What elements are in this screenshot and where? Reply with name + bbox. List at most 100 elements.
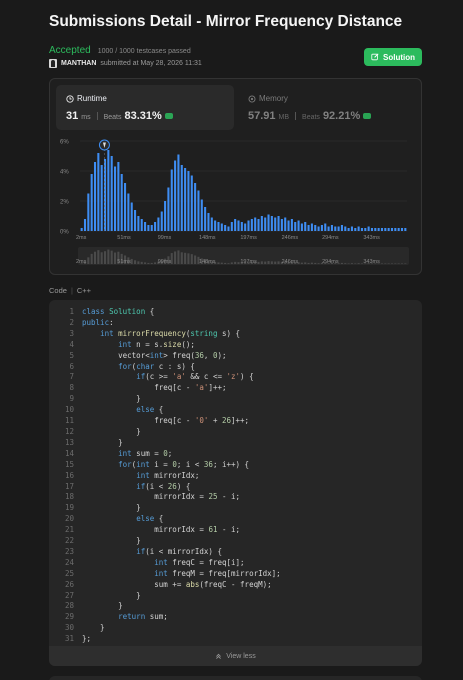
code-token: (i < xyxy=(145,481,168,491)
memory-label: Memory xyxy=(248,94,288,103)
navigator-bar xyxy=(194,255,197,264)
memory-unit: MB xyxy=(278,114,290,121)
navigator-bar xyxy=(357,263,360,264)
code-line: 8 freq[c - 'a']++; xyxy=(57,383,281,394)
navigator-bar xyxy=(304,262,307,264)
author-name[interactable]: MANTHAN xyxy=(61,60,96,67)
x-tick-label: 2ms xyxy=(76,235,87,241)
code-token: freq[c - xyxy=(82,383,195,393)
navigator-bar xyxy=(154,262,157,264)
navigator-bar xyxy=(174,251,177,264)
status-row: Accepted 1000 / 1000 testcases passed xyxy=(49,45,191,56)
x-tick-label: 99ms xyxy=(158,235,172,241)
code-line: 4 int n = s.size(); xyxy=(57,340,281,351)
code-token: n = s. xyxy=(131,339,164,349)
solution-button[interactable]: Solution xyxy=(364,48,422,66)
navigator-bar xyxy=(270,261,273,264)
navigator-bar xyxy=(87,257,90,264)
runtime-unit: ms xyxy=(81,114,91,121)
chart-bar xyxy=(114,166,117,231)
runtime-panel[interactable]: Runtime 31 ms Beats 83.31% xyxy=(56,85,234,130)
navigator-bar xyxy=(314,262,317,264)
memory-beats-value: 92.21% xyxy=(322,110,361,122)
navigator-bar xyxy=(274,261,277,264)
chart-bar xyxy=(134,210,137,231)
runtime-distribution-chart[interactable]: 6% 4% 2% 0% 2ms 51ms 99ms 148ms 197ms 246ms 294ms 3… xyxy=(50,135,421,275)
line-number: 8 xyxy=(69,383,74,393)
chart-bar xyxy=(357,226,360,231)
y-tick-label: 6% xyxy=(60,140,69,146)
chart-bar xyxy=(367,226,370,231)
edit-icon xyxy=(371,53,379,61)
code-token: sum += xyxy=(82,579,186,589)
x-tick-label: 343ms xyxy=(363,235,380,241)
chart-bar xyxy=(227,226,230,231)
code-block[interactable]: 1 class Solution {2 public: 3 int mirrorFre… xyxy=(49,300,422,666)
divider xyxy=(295,112,297,120)
navigator-bar xyxy=(224,262,227,264)
chart-bar xyxy=(290,219,293,231)
chart-bar xyxy=(180,165,183,231)
navigator-tick-label: 294ms xyxy=(322,259,339,265)
chart-bar xyxy=(234,219,237,231)
memory-panel[interactable]: Memory 57.91 MB Beats 92.21% xyxy=(238,85,416,130)
chart-bar xyxy=(280,219,283,231)
chart-bar xyxy=(214,220,217,231)
line-number: 24 xyxy=(64,557,74,567)
testcases-passed: 1000 / 1000 testcases passed xyxy=(97,48,191,55)
chart-bar xyxy=(80,228,83,231)
chart-bar xyxy=(274,217,277,231)
navigator-bar xyxy=(384,263,387,264)
chart-bar xyxy=(250,219,253,231)
code-token: c : s) { xyxy=(154,361,195,371)
code-line: 14 int sum = 0; xyxy=(57,449,281,460)
avatar[interactable] xyxy=(49,59,57,68)
code-line: 24 int freqC = freq[i]; xyxy=(57,558,281,569)
chart-bar xyxy=(264,217,267,231)
code-token: { xyxy=(154,405,164,415)
chart-bar xyxy=(174,160,177,231)
code-token: if xyxy=(136,546,146,556)
code-line: 10 else { xyxy=(57,405,281,416)
code-token: size xyxy=(163,339,182,349)
navigator-bar xyxy=(90,253,93,264)
navigator-bar xyxy=(220,262,223,264)
status-accepted[interactable]: Accepted xyxy=(49,45,91,56)
code-line: 28 } xyxy=(57,601,281,612)
chart-bar xyxy=(400,228,404,231)
navigator-bar xyxy=(180,252,183,264)
analyze-icon[interactable] xyxy=(363,113,372,119)
navigator-tick-label: 2ms xyxy=(76,259,87,265)
chart-bar xyxy=(187,171,190,231)
navigator-bar xyxy=(310,262,313,264)
code-token: if xyxy=(136,372,146,382)
navigator-bar xyxy=(230,262,233,264)
navigator-bar xyxy=(404,263,407,264)
chart-bar xyxy=(244,223,247,231)
memory-beats-label: Beats xyxy=(302,114,320,121)
analyze-icon[interactable] xyxy=(164,113,173,119)
navigator-bar xyxy=(140,261,143,264)
navigator-tick-label: 99ms xyxy=(158,259,172,265)
code-token: class xyxy=(82,307,105,316)
code-token: mirrorIdx = xyxy=(82,492,209,502)
code-token: return xyxy=(118,612,146,622)
chart-bar xyxy=(160,211,163,231)
chart-bar xyxy=(340,225,343,231)
code-line: 9 } xyxy=(57,394,281,405)
code-token: ]++; xyxy=(231,416,250,426)
chart-bar xyxy=(284,217,287,231)
code-token: + xyxy=(208,416,222,426)
navigator-bar xyxy=(347,263,350,264)
view-less-button[interactable]: View less xyxy=(49,646,422,666)
code-label: Code xyxy=(49,286,67,295)
navigator-tick-label: 343ms xyxy=(363,259,380,265)
divider xyxy=(96,112,98,120)
chart-bar xyxy=(354,228,357,231)
code-token: 26 xyxy=(221,416,232,426)
y-tick-label: 2% xyxy=(60,200,69,206)
code-token: } xyxy=(82,394,141,404)
line-number: 22 xyxy=(64,536,74,546)
code-token: > freq( xyxy=(163,350,195,360)
